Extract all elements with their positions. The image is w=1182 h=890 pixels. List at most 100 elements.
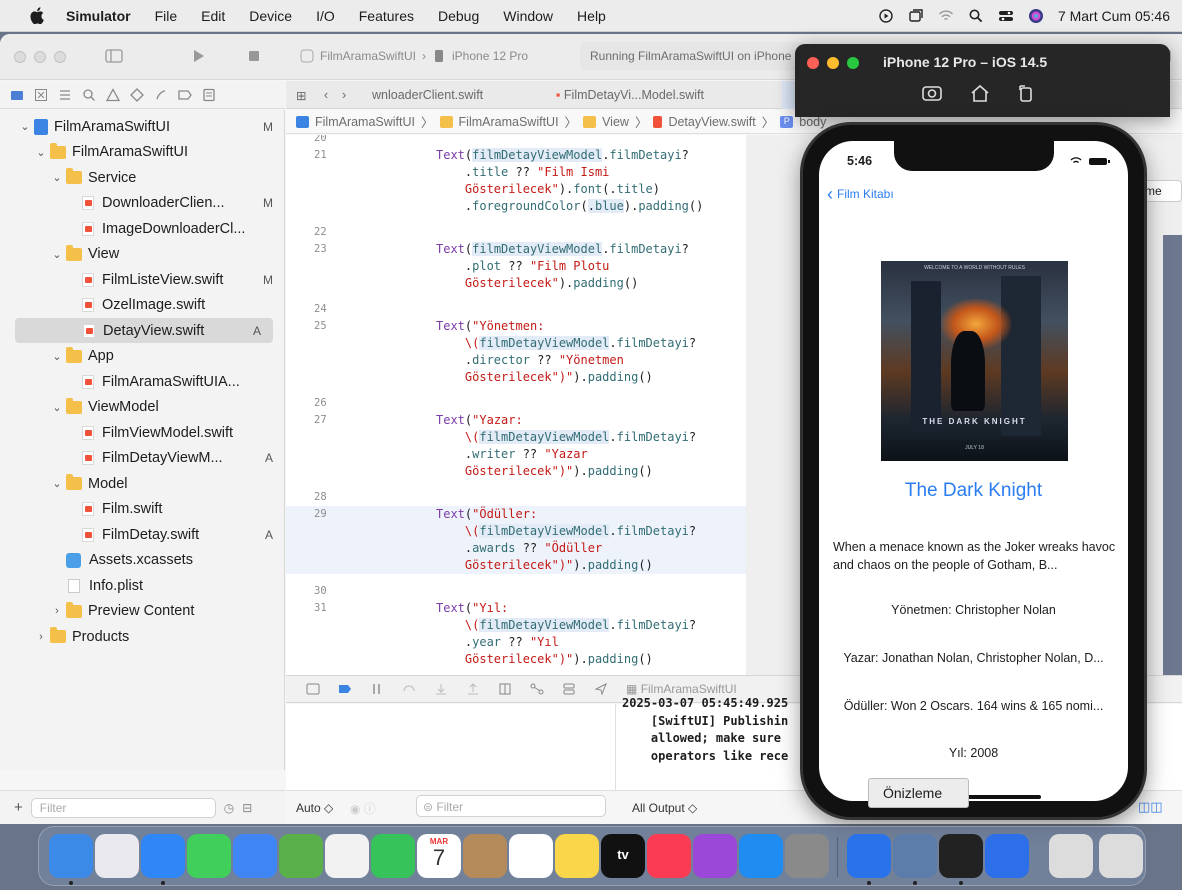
breakpoint-navigator-icon[interactable] bbox=[178, 88, 192, 102]
menu-help[interactable]: Help bbox=[577, 8, 606, 24]
navigator-item[interactable]: FilmAramaSwiftUIA... bbox=[0, 369, 285, 394]
navigator-item[interactable]: FilmListeView.swift M bbox=[0, 267, 285, 292]
simulator-close-button[interactable] bbox=[807, 57, 819, 69]
code-line[interactable]: Gösterilecek")").padding() bbox=[286, 369, 746, 386]
code-line[interactable]: 31 Text("Yıl: bbox=[286, 600, 746, 617]
zoom-window-button[interactable] bbox=[54, 51, 66, 63]
dock-reminders-icon[interactable] bbox=[509, 834, 553, 878]
console-output-select[interactable]: All Output ◇ bbox=[632, 801, 697, 815]
hide-debug-area-icon[interactable] bbox=[306, 683, 320, 695]
menu-device[interactable]: Device bbox=[249, 8, 292, 24]
view-hierarchy-icon[interactable] bbox=[498, 683, 512, 695]
pause-icon[interactable] bbox=[370, 683, 384, 695]
jumpbar-group[interactable]: FilmAramaSwiftUI bbox=[459, 115, 559, 129]
tab-downloader-client[interactable]: wnloaderClient.swift bbox=[372, 81, 483, 109]
navigator-item[interactable]: Info.plist bbox=[0, 573, 285, 598]
jumpbar-folder[interactable]: View bbox=[602, 115, 629, 129]
navigator-item[interactable]: ⌄ Service bbox=[0, 165, 285, 190]
code-line[interactable]: \(filmDetayViewModel.filmDetayi? bbox=[286, 523, 746, 540]
code-line[interactable]: 26 bbox=[286, 395, 746, 412]
run-icon[interactable] bbox=[188, 46, 208, 66]
navigator-item[interactable]: Assets.xcassets bbox=[0, 548, 285, 573]
code-line[interactable]: \(filmDetayViewModel.filmDetayi? bbox=[286, 617, 746, 634]
step-over-icon[interactable] bbox=[402, 683, 416, 695]
test-navigator-icon[interactable] bbox=[130, 87, 144, 102]
step-out-icon[interactable] bbox=[466, 683, 480, 695]
navigator-item[interactable]: DetayView.swift A bbox=[15, 318, 273, 343]
navigator-item[interactable]: FilmDetay.swift A bbox=[0, 522, 285, 547]
code-line[interactable]: .writer ?? "Yazar bbox=[286, 446, 746, 463]
dock-launchpad-icon[interactable] bbox=[95, 834, 139, 878]
menu-app-name[interactable]: Simulator bbox=[66, 8, 131, 24]
symbol-navigator-icon[interactable] bbox=[58, 88, 72, 102]
editor-options-icon[interactable]: ⊞ bbox=[296, 81, 306, 109]
screenshot-icon[interactable] bbox=[921, 82, 943, 104]
dock-simulator-icon[interactable] bbox=[893, 834, 937, 878]
navigator-item[interactable]: OzelImage.swift bbox=[0, 293, 285, 318]
navigator-item[interactable]: › Preview Content bbox=[0, 599, 285, 624]
code-line[interactable]: .awards ?? "Ödüller bbox=[286, 540, 746, 557]
navigator-item[interactable]: FilmViewModel.swift bbox=[0, 420, 285, 445]
menu-debug[interactable]: Debug bbox=[438, 8, 479, 24]
navigator-item[interactable]: ⌄ ViewModel bbox=[0, 395, 285, 420]
menu-features[interactable]: Features bbox=[359, 8, 414, 24]
simulator-minimize-button[interactable] bbox=[827, 57, 839, 69]
code-line[interactable]: Gösterilecek")").padding() bbox=[286, 463, 746, 480]
find-navigator-icon[interactable] bbox=[82, 88, 96, 102]
location-icon[interactable] bbox=[594, 683, 608, 695]
code-line[interactable]: Gösterilecek")").padding() bbox=[286, 557, 746, 574]
spotlight-search-icon[interactable] bbox=[968, 8, 984, 24]
back-icon[interactable]: ‹ bbox=[324, 81, 328, 109]
dock-mail-icon[interactable] bbox=[233, 834, 277, 878]
rotate-icon[interactable] bbox=[1015, 82, 1037, 104]
chevron-down-icon[interactable]: ⌄ bbox=[50, 171, 64, 184]
simulator-zoom-button[interactable] bbox=[847, 57, 859, 69]
play-circle-icon[interactable] bbox=[878, 8, 894, 24]
jumpbar-file[interactable]: DetayView.swift bbox=[668, 115, 755, 129]
dock-xcode-beta-icon[interactable] bbox=[985, 834, 1029, 878]
navigator-item[interactable]: ImageDownloaderCl... bbox=[0, 216, 285, 241]
back-button[interactable]: ‹ Film Kitabı bbox=[827, 185, 894, 203]
console-output[interactable]: 2025-03-07 05:45:49.925 [SwiftUI] Publis… bbox=[622, 696, 788, 765]
forward-icon[interactable]: › bbox=[342, 81, 346, 109]
code-line[interactable]: 27 Text("Yazar: bbox=[286, 412, 746, 429]
code-line[interactable]: .plot ?? "Film Plotu bbox=[286, 258, 746, 275]
dock-contacts-icon[interactable] bbox=[463, 834, 507, 878]
environment-overrides-icon[interactable] bbox=[562, 683, 576, 695]
chevron-down-icon[interactable]: ⌄ bbox=[50, 401, 64, 414]
split-console-icon[interactable]: ◫◫ bbox=[1138, 799, 1163, 815]
navigator-item[interactable]: ⌄ FilmAramaSwiftUI M bbox=[0, 114, 285, 139]
tab-film-detay-view-model[interactable]: ▪ FilmDetayVi...Model.swift bbox=[556, 81, 704, 109]
navigator-item[interactable]: Film.swift bbox=[0, 497, 285, 522]
dock-trash-icon[interactable] bbox=[1099, 834, 1143, 878]
dock-safari-icon[interactable] bbox=[141, 834, 185, 878]
window-stack-icon[interactable] bbox=[908, 8, 924, 24]
auto-variables-select[interactable]: Auto ◇ bbox=[296, 801, 333, 815]
variables-filter-input[interactable]: ⊜ Filter bbox=[416, 795, 606, 817]
menu-io[interactable]: I/O bbox=[316, 8, 335, 24]
add-icon[interactable]: + bbox=[14, 799, 23, 816]
minimize-window-button[interactable] bbox=[34, 51, 46, 63]
navigator-item[interactable]: FilmDetayViewM... A bbox=[0, 446, 285, 471]
dock-xcode-icon[interactable] bbox=[847, 834, 891, 878]
navigator-item[interactable]: ⌄ Model bbox=[0, 471, 285, 496]
dock-system-preferences-icon[interactable] bbox=[785, 834, 829, 878]
issue-navigator-icon[interactable] bbox=[106, 87, 120, 102]
siri-icon[interactable] bbox=[1028, 8, 1044, 24]
recent-files-icon[interactable]: ◷ bbox=[224, 801, 234, 815]
close-window-button[interactable] bbox=[14, 51, 26, 63]
code-line[interactable]: Gösterilecek").padding() bbox=[286, 275, 746, 292]
dock-tv-icon[interactable]: tv bbox=[601, 834, 645, 878]
code-line[interactable]: 20 bbox=[286, 135, 746, 147]
apple-menu-icon[interactable] bbox=[30, 7, 44, 24]
code-line[interactable]: Gösterilecek")").padding() bbox=[286, 651, 746, 668]
navigator-item[interactable]: DownloaderClien... M bbox=[0, 191, 285, 216]
dock-music-icon[interactable] bbox=[647, 834, 691, 878]
chevron-down-icon[interactable]: ⌄ bbox=[50, 350, 64, 363]
chevron-down-icon[interactable]: ⌄ bbox=[50, 477, 64, 490]
code-line[interactable]: 25 Text("Yönetmen: bbox=[286, 318, 746, 335]
code-line[interactable]: 24 bbox=[286, 301, 746, 318]
navigator-item[interactable]: ⌄ FilmAramaSwiftUI bbox=[0, 140, 285, 165]
report-navigator-icon[interactable] bbox=[202, 88, 216, 102]
sidebar-toggle-icon[interactable] bbox=[104, 46, 124, 66]
